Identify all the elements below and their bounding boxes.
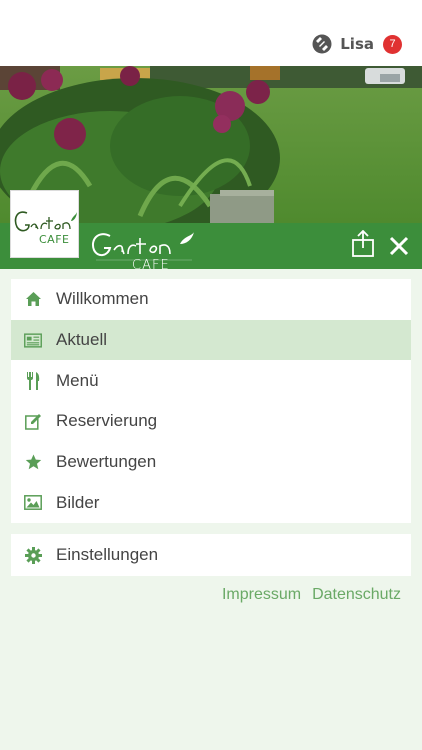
user-account[interactable]: Lisa 7 (312, 32, 402, 56)
menu-item-label: Aktuell (56, 330, 108, 350)
image-icon (24, 494, 42, 512)
menu-item-reservierung[interactable]: Reservierung (11, 401, 411, 442)
svg-text:CAFE: CAFE (39, 233, 69, 246)
close-icon[interactable] (386, 233, 412, 259)
menu-item-einstellungen[interactable]: Einstellungen (11, 534, 411, 576)
top-bar: Lisa 7 (0, 0, 422, 66)
garten-cafe-wordmark-icon: CAFE (92, 232, 194, 270)
menu-item-aktuell[interactable]: Aktuell (11, 319, 411, 361)
menu-item-label: Willkommen (56, 289, 149, 309)
garten-cafe-logo: CAFE (10, 190, 79, 258)
share-icon[interactable] (350, 230, 376, 258)
menu-item-menue[interactable]: Menü (11, 360, 411, 401)
menu-item-label: Einstellungen (56, 545, 159, 564)
navigation-menu: Willkommen Aktuell Menü Reservierung Bew… (11, 279, 411, 523)
menu-item-willkommen[interactable]: Willkommen (11, 279, 411, 320)
news-icon (24, 331, 42, 349)
notification-badge[interactable]: 7 (383, 34, 402, 54)
impressum-link[interactable]: Impressum (222, 586, 301, 604)
star-icon (24, 453, 42, 471)
menu-item-label: Bilder (56, 492, 100, 512)
home-icon (24, 290, 42, 308)
user-status-icon (312, 34, 332, 54)
datenschutz-link[interactable]: Datenschutz (312, 586, 401, 604)
menu-item-bilder[interactable]: Bilder (11, 482, 411, 523)
svg-text:CAFE: CAFE (132, 258, 170, 270)
gear-icon (24, 546, 42, 564)
menu-item-label: Reservierung (56, 411, 158, 431)
menu-item-bewertungen[interactable]: Bewertungen (11, 442, 411, 483)
footer-links: Impressum Datenschutz (222, 586, 401, 604)
garten-cafe-logo-icon: CAFE (14, 211, 77, 246)
menu-item-label: Menü (56, 370, 99, 390)
edit-icon (24, 412, 42, 430)
user-name[interactable]: Lisa (340, 35, 374, 53)
menu-item-label: Bewertungen (56, 452, 157, 472)
cutlery-icon (24, 371, 42, 390)
